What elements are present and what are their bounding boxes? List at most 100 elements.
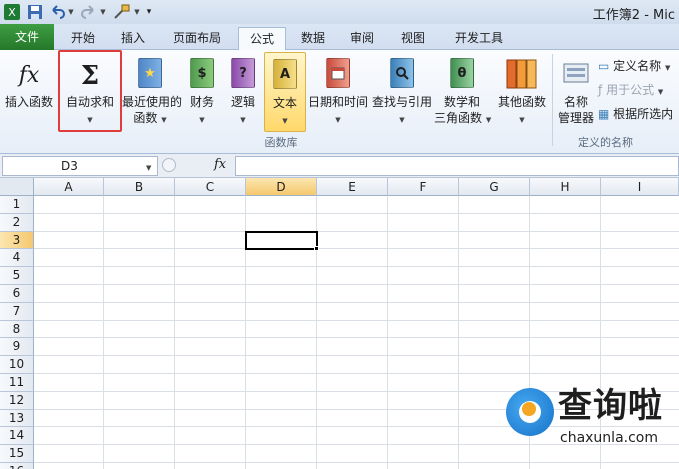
lookup-reference-button[interactable]: 查找与引用 ▼: [370, 52, 434, 132]
create-from-selection-button[interactable]: ▦ 根据所选内: [598, 104, 673, 124]
chevron-down-icon: ▼: [282, 117, 288, 125]
row-header[interactable]: 16: [0, 463, 34, 469]
tab-view[interactable]: 视图: [390, 27, 436, 50]
define-name-button[interactable]: ▭ 定义名称 ▼: [598, 56, 670, 76]
tab-page-layout[interactable]: 页面布局: [162, 27, 232, 50]
row-header[interactable]: 3: [0, 231, 34, 250]
insert-function-label: 插入函数: [4, 95, 53, 109]
select-all-corner[interactable]: [0, 178, 34, 196]
recently-used-button[interactable]: ★ 最近使用的 函数 ▼: [122, 52, 182, 132]
date-time-button[interactable]: 日期和时间 ▼: [306, 52, 370, 132]
column-header[interactable]: I: [601, 178, 679, 196]
recently-used-label-2: 函数: [133, 111, 158, 125]
row-header[interactable]: 2: [0, 213, 34, 232]
row-header[interactable]: 10: [0, 356, 34, 374]
column-header[interactable]: E: [317, 178, 388, 196]
column-header[interactable]: G: [459, 178, 530, 196]
row-gridline: [34, 284, 679, 285]
formula-input[interactable]: [235, 156, 679, 176]
text-button[interactable]: A 文本 ▼: [264, 52, 306, 132]
function-library-group-label: 函数库: [264, 136, 298, 149]
name-manager-label-2: 管理器: [557, 111, 594, 125]
resize-handle[interactable]: [162, 158, 176, 172]
chevron-down-icon: ▼: [519, 116, 525, 124]
row-header[interactable]: 4: [0, 249, 34, 268]
autosum-button[interactable]: Σ 自动求和 ▼: [58, 50, 122, 132]
svg-text:X: X: [8, 6, 16, 19]
fill-handle[interactable]: [314, 246, 319, 251]
math-trig-button[interactable]: θ 数学和 三角函数 ▼: [434, 52, 491, 132]
chevron-down-icon: ▼: [657, 88, 664, 96]
sigma-icon: Σ: [74, 58, 106, 93]
watermark-logo: 查询啦 chaxunla.com: [498, 382, 679, 462]
math-trig-label-2: 三角函数: [434, 111, 483, 125]
formula-bar: D3 ▼ fx: [0, 154, 679, 178]
row-header[interactable]: 8: [0, 320, 34, 339]
column-header[interactable]: H: [530, 178, 601, 196]
column-header[interactable]: C: [175, 178, 246, 196]
calendar-book-icon: [326, 58, 350, 88]
column-header[interactable]: B: [104, 178, 175, 196]
row-header[interactable]: 1: [0, 196, 34, 214]
row-header[interactable]: 6: [0, 285, 34, 303]
row-header[interactable]: 5: [0, 267, 34, 285]
chevron-down-icon: ▼: [161, 116, 167, 124]
row-header[interactable]: 15: [0, 445, 34, 463]
column-gridline: [387, 196, 388, 469]
logo-dot-icon: [522, 402, 536, 416]
window-title: 工作簿2 - Mic: [592, 8, 675, 23]
tab-developer[interactable]: 开发工具: [444, 27, 514, 50]
group-divider: [552, 54, 553, 146]
column-gridline: [103, 196, 104, 469]
tab-review[interactable]: 审阅: [340, 27, 384, 50]
financial-button[interactable]: $ 财务 ▼: [182, 52, 222, 132]
row-header[interactable]: 9: [0, 338, 34, 357]
insert-function-button[interactable]: fx 插入函数: [2, 52, 56, 132]
name-manager-label: 名称: [563, 95, 588, 109]
row-header[interactable]: 7: [0, 302, 34, 321]
insert-function-fx-icon[interactable]: fx: [214, 157, 226, 172]
column-header[interactable]: D: [246, 178, 317, 196]
save-icon[interactable]: [26, 3, 44, 21]
customize-qat-icon[interactable]: ▾: [143, 3, 155, 21]
undo-icon[interactable]: [48, 3, 66, 21]
formula-icon: ƒ: [598, 83, 603, 97]
financial-book-icon: $: [190, 58, 214, 88]
row-header[interactable]: 14: [0, 427, 34, 446]
row-gridline: [34, 462, 679, 463]
tab-formulas[interactable]: 公式: [238, 27, 286, 51]
chevron-down-icon: ▼: [665, 64, 671, 72]
column-header[interactable]: F: [388, 178, 459, 196]
tab-file[interactable]: 文件: [0, 24, 54, 50]
row-header[interactable]: 11: [0, 374, 34, 392]
tab-home[interactable]: 开始: [60, 27, 106, 50]
more-functions-button[interactable]: 其他函数 ▼: [494, 52, 550, 132]
text-book-icon: A: [273, 59, 297, 89]
row-gridline: [34, 337, 679, 339]
name-box[interactable]: D3: [2, 156, 158, 176]
name-manager-button[interactable]: 名称 管理器: [556, 52, 596, 132]
row-header[interactable]: 13: [0, 409, 34, 428]
format-painter-icon[interactable]: [112, 3, 132, 21]
active-cell-d3[interactable]: [245, 231, 318, 250]
books-icon: [505, 58, 539, 93]
row-header[interactable]: 12: [0, 391, 34, 410]
column-header[interactable]: A: [34, 178, 104, 196]
svg-text:Σ: Σ: [81, 61, 99, 90]
magnifier-book-icon: [390, 58, 414, 88]
excel-app-icon[interactable]: X: [3, 3, 21, 21]
ribbon-formulas: fx 插入函数 Σ 自动求和 ▼ ★ 最近使用的 函数 ▼ $ 财务 ▼ ? 逻…: [0, 50, 679, 154]
tab-data[interactable]: 数据: [292, 27, 334, 50]
undo-dropdown-icon[interactable]: ▼: [66, 3, 76, 21]
lookup-reference-label: 查找与引用: [371, 95, 432, 109]
column-gridline: [458, 196, 459, 469]
chevron-down-icon: ▼: [199, 116, 205, 124]
redo-icon[interactable]: [80, 3, 98, 21]
chevron-down-icon[interactable]: ▼: [146, 159, 151, 173]
logical-button[interactable]: ? 逻辑 ▼: [224, 52, 262, 132]
redo-dropdown-icon[interactable]: ▼: [98, 3, 108, 21]
use-in-formula-button[interactable]: ƒ 用于公式 ▼: [598, 80, 663, 100]
format-painter-dropdown-icon[interactable]: ▼: [132, 3, 142, 21]
row-gridline: [34, 266, 679, 268]
tab-insert[interactable]: 插入: [110, 27, 156, 50]
